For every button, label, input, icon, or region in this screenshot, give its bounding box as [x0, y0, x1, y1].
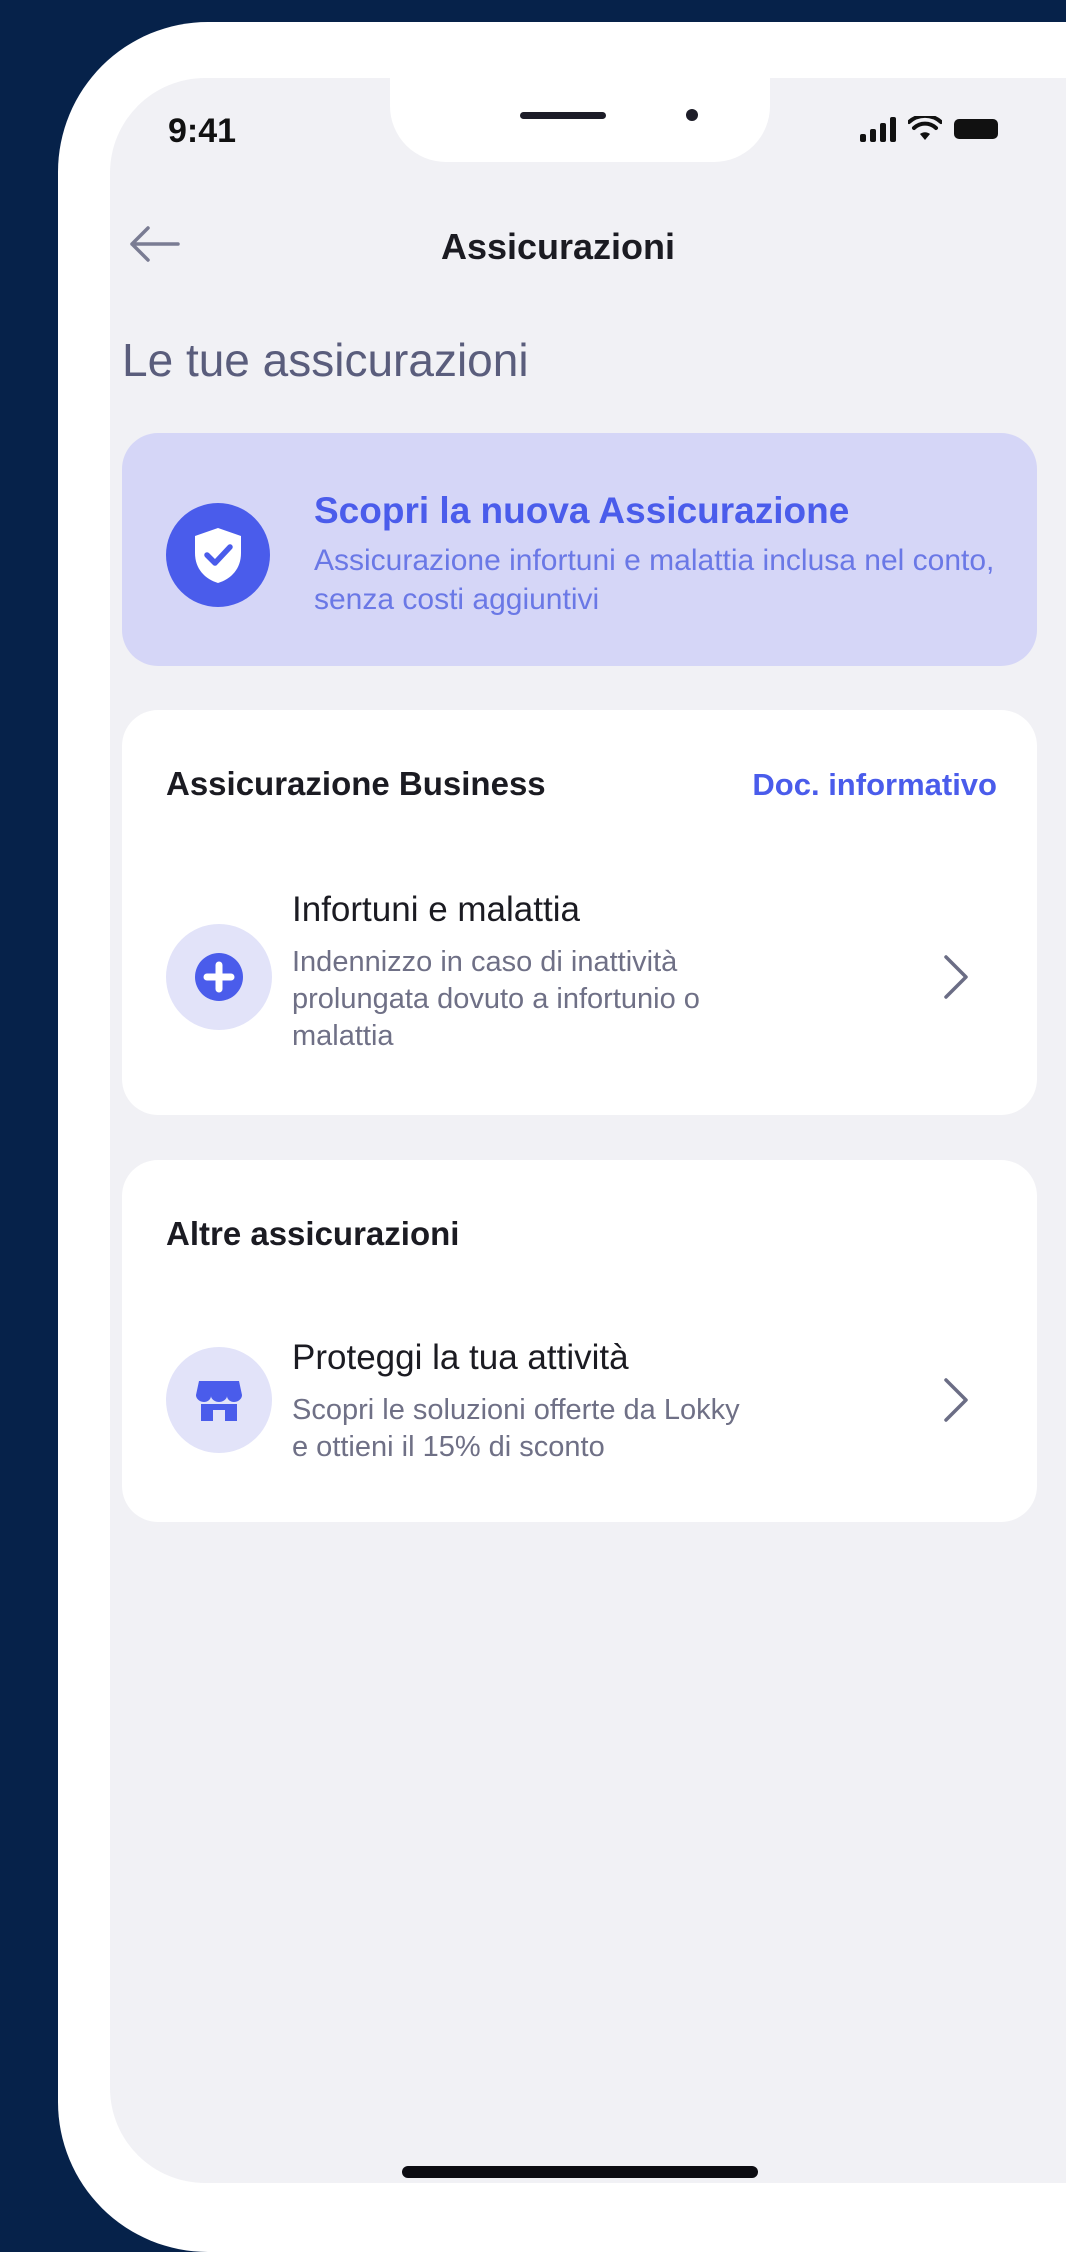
item-description: Scopri le soluzioni offerte da Lokky e o…	[292, 1394, 740, 1463]
status-icons	[860, 112, 998, 146]
signal-icon	[860, 116, 896, 142]
promo-title: Scopri la nuova Assicurazione	[314, 490, 850, 531]
speaker	[520, 112, 606, 119]
battery-icon	[954, 119, 998, 139]
camera	[686, 109, 698, 121]
doc-informativo-link[interactable]: Doc. informativo	[752, 767, 997, 803]
home-indicator[interactable]	[402, 2166, 758, 2178]
chevron-right-icon	[944, 1378, 968, 1422]
promo-description: Assicurazione infortuni e malattia inclu…	[314, 544, 995, 616]
section-heading: Le tue assicurazioni	[122, 334, 529, 386]
page-title: Assicurazioni	[440, 226, 676, 267]
chevron-right-icon	[944, 955, 968, 999]
item-title: Infortuni e malattia	[292, 890, 580, 929]
wifi-icon	[908, 116, 942, 140]
app-screen	[110, 78, 1066, 2183]
business-insurance-card: Assicurazione Business Doc. informativo …	[122, 710, 1037, 1115]
store-icon	[166, 1347, 272, 1453]
shield-check-icon	[166, 503, 270, 607]
card-title: Altre assicurazioni	[166, 1215, 460, 1252]
item-description: Indennizzo in caso di inattività prolung…	[292, 946, 700, 1052]
card-title: Assicurazione Business	[166, 765, 546, 802]
status-time: 9:41	[168, 112, 237, 150]
item-title: Proteggi la tua attività	[292, 1338, 629, 1377]
other-insurance-card: Altre assicurazioni Proteggi la tua atti…	[122, 1160, 1037, 1522]
device-notch	[390, 72, 770, 162]
promo-card[interactable]: Scopri la nuova Assicurazione Assicurazi…	[122, 433, 1037, 666]
plus-circle-icon	[166, 924, 272, 1030]
